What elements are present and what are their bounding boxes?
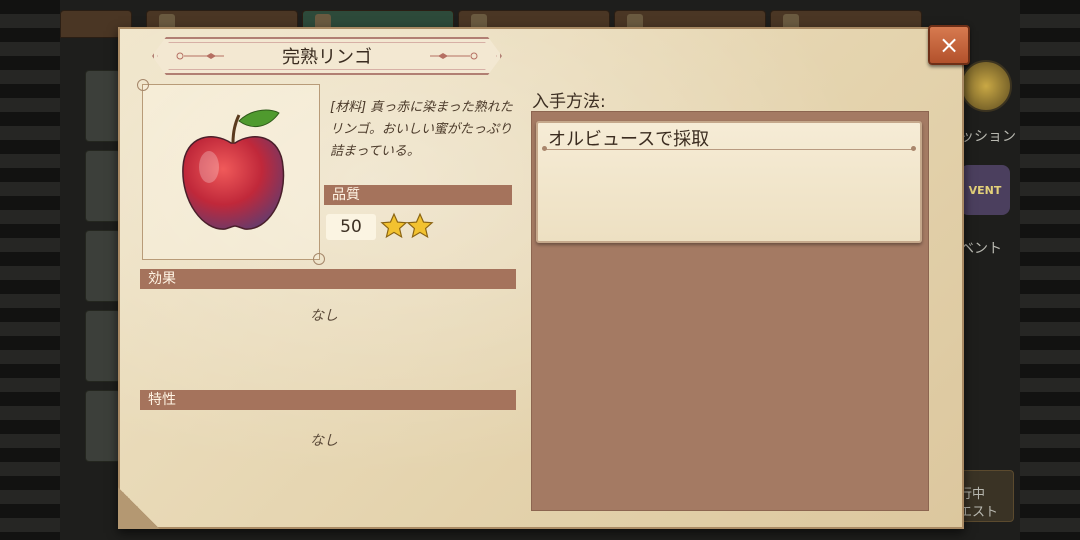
effect-header: 効果 <box>140 269 516 289</box>
background-right-panel: ッション VENT ベント <box>960 60 1020 480</box>
title-banner: 完熟リンゴ <box>152 37 502 75</box>
trait-header: 特性 <box>140 390 516 410</box>
trait-value: なし <box>310 433 338 449</box>
item-title: 完熟リンゴ <box>282 47 372 68</box>
acquisition-method-text: オルビュースで採取 <box>548 129 710 150</box>
item-description: [材料] 真っ赤に染まった熟れたリンゴ。おいしい蜜がたっぷり詰まっている。 <box>330 100 513 159</box>
mission-medal-icon <box>960 60 1012 112</box>
effect-value: なし <box>310 308 338 324</box>
background-card <box>85 230 121 302</box>
frame-corner-ornament <box>137 79 149 91</box>
close-button[interactable]: × <box>928 25 970 65</box>
acquisition-method-card[interactable]: オルビュースで採取 <box>536 121 922 243</box>
card-divider <box>544 149 914 150</box>
quality-header: 品質 <box>324 185 512 205</box>
item-detail-dialog: 完熟リンゴ [材料] 真っ赤に染まった熟れたリンゴ。おいしい蜜がたっぷり詰まって… <box>118 27 964 529</box>
acquisition-panel: オルビュースで採取 <box>531 111 929 511</box>
close-icon: × <box>938 31 960 59</box>
star-icon <box>380 212 408 239</box>
background-card <box>85 390 121 462</box>
divider-dot <box>911 146 916 151</box>
right-ornate-frame <box>1020 0 1080 540</box>
divider-dot <box>542 146 547 151</box>
mission-label: ッション <box>960 129 1016 145</box>
left-ornate-frame <box>0 0 60 540</box>
acquisition-label: 入手方法: <box>532 92 606 112</box>
event-badge: VENT <box>960 165 1010 215</box>
quality-value: 50 <box>326 214 376 240</box>
item-image-frame <box>137 79 325 265</box>
event-label: ベント <box>960 241 1002 257</box>
frame-corner-ornament <box>313 253 325 265</box>
background-card <box>85 150 121 222</box>
star-icon <box>406 212 434 239</box>
background-card <box>85 310 121 382</box>
quest-label-line2: エスト <box>959 505 999 520</box>
red-apple-icon <box>182 109 285 230</box>
background-card <box>85 70 121 142</box>
